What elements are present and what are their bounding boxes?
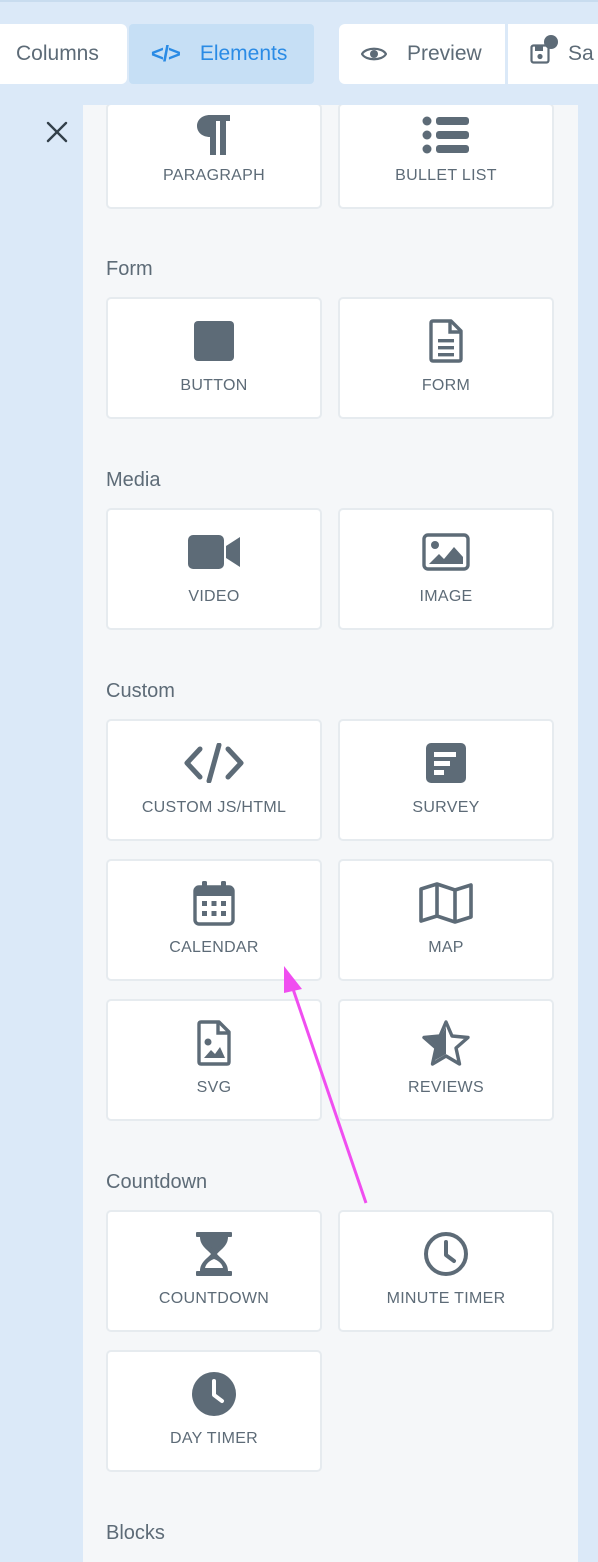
elements-panel: PARAGRAPH BULLET LIST Form BUTTON FORM M… <box>83 105 578 1562</box>
element-card-map[interactable]: MAP <box>338 859 554 981</box>
element-card-image[interactable]: IMAGE <box>338 508 554 630</box>
clock-outline-icon <box>340 1232 552 1276</box>
paragraph-icon <box>108 113 320 157</box>
image-icon <box>340 530 552 574</box>
section-title-media: Media <box>106 469 161 491</box>
element-label: SURVEY <box>412 799 480 816</box>
video-icon <box>108 530 320 574</box>
code-icon: </> <box>151 41 181 66</box>
tab-columns-label: Columns <box>16 42 99 65</box>
element-label: REVIEWS <box>408 1079 484 1096</box>
svg-file-icon <box>108 1020 320 1066</box>
section-title-countdown: Countdown <box>106 1171 208 1193</box>
tab-preview[interactable]: Preview <box>339 24 505 84</box>
section-title-form: Form <box>106 258 153 280</box>
element-card-form[interactable]: FORM <box>338 297 554 419</box>
element-label: DAY TIMER <box>169 1430 259 1447</box>
element-card-button[interactable]: BUTTON <box>106 297 322 419</box>
map-icon <box>340 881 552 925</box>
element-label: COUNTDOWN <box>158 1290 270 1307</box>
survey-icon <box>340 741 552 785</box>
unsaved-indicator <box>544 35 558 49</box>
tab-save[interactable]: Sa <box>508 24 598 84</box>
element-card-countdown[interactable]: COUNTDOWN <box>106 1210 322 1332</box>
element-card-paragraph[interactable]: PARAGRAPH <box>106 105 322 209</box>
button-icon <box>108 319 320 363</box>
element-label: FORM <box>421 377 471 394</box>
section-title-custom: Custom <box>106 680 175 702</box>
element-label: BULLET LIST <box>395 167 497 184</box>
save-icon <box>530 35 558 64</box>
element-label: MINUTE TIMER <box>386 1290 506 1307</box>
element-card-day-timer[interactable]: DAY TIMER <box>106 1350 322 1472</box>
tab-elements[interactable]: </> Elements <box>129 24 314 84</box>
element-card-calendar[interactable]: CALENDAR <box>106 859 322 981</box>
element-label: VIDEO <box>188 588 240 605</box>
top-toolbar: Columns </> Elements Preview Sa <box>0 0 598 105</box>
element-label: CALENDAR <box>169 939 259 956</box>
element-card-minute-timer[interactable]: MINUTE TIMER <box>338 1210 554 1332</box>
tab-columns[interactable]: Columns <box>0 24 127 84</box>
element-label: PARAGRAPH <box>163 167 265 184</box>
element-card-survey[interactable]: SURVEY <box>338 719 554 841</box>
element-label: MAP <box>428 939 464 956</box>
element-label: BUTTON <box>180 377 248 394</box>
close-icon <box>46 121 67 143</box>
code-icon <box>108 741 320 785</box>
close-button[interactable] <box>31 106 82 158</box>
section-title-blocks: Blocks <box>106 1522 165 1544</box>
element-card-video[interactable]: VIDEO <box>106 508 322 630</box>
form-icon <box>340 319 552 363</box>
tab-save-label: Sa <box>568 42 594 65</box>
hourglass-icon <box>108 1232 320 1276</box>
element-card-svg[interactable]: SVG <box>106 999 322 1121</box>
element-label: CUSTOM JS/HTML <box>141 799 287 816</box>
element-card-bullet-list[interactable]: BULLET LIST <box>338 105 554 209</box>
eye-icon <box>361 45 387 63</box>
element-card-reviews[interactable]: REVIEWS <box>338 999 554 1121</box>
star-icon <box>340 1020 552 1066</box>
element-label: SVG <box>196 1079 232 1096</box>
element-card-custom-js-html[interactable]: CUSTOM JS/HTML <box>106 719 322 841</box>
clock-filled-icon <box>108 1372 320 1416</box>
bullet-list-icon <box>340 113 552 157</box>
tab-elements-label: Elements <box>199 42 288 65</box>
calendar-icon <box>108 881 320 926</box>
element-label: IMAGE <box>419 588 473 605</box>
tab-preview-label: Preview <box>407 42 482 65</box>
